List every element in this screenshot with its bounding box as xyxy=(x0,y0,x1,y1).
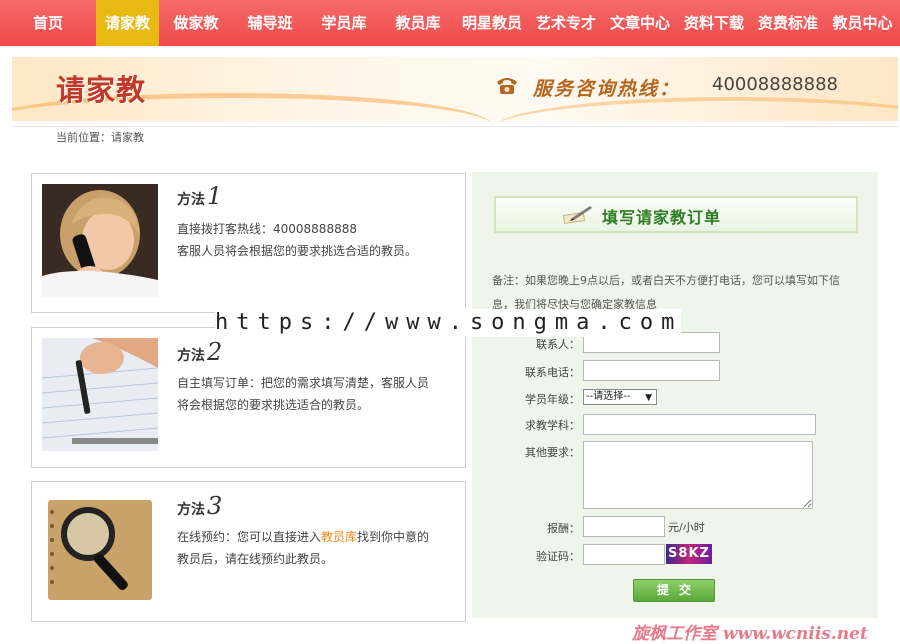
method-2-line-2: 将会根据您的要求挑选适合的教员。 xyxy=(177,398,370,412)
tutor-library-link[interactable]: 教员库 xyxy=(321,530,357,544)
method-1-line-2: 客服人员将会根据您的要求挑选合适的教员。 xyxy=(177,244,418,258)
form-title: 填写请家教订单 xyxy=(602,208,722,227)
nav-item-articles[interactable]: 文章中心 xyxy=(603,0,677,46)
grade-label: 学员年级： xyxy=(525,393,580,406)
nav-item-downloads[interactable]: 资料下载 xyxy=(677,0,751,46)
magnifier-photo xyxy=(42,492,158,605)
nav-item-student-library[interactable]: 学员库 xyxy=(307,0,381,46)
method-box-3: 方法3 在线预约：您可以直接进入教员库找到你中意的 教员后，请在线预约此教员。 xyxy=(31,481,466,622)
pay-unit: 元/小时 xyxy=(668,521,705,534)
order-form-panel: 填写请家教订单 备注：如果您晚上9点以后，或者白天不方便打电话，您可以填写如下信… xyxy=(472,172,878,618)
watermark-bottom: 旋枫工作室 www.wcniis.net xyxy=(632,624,868,644)
chevron-down-icon: ▼ xyxy=(645,393,652,403)
method-3-image xyxy=(42,492,158,605)
nav-item-classes[interactable]: 辅导班 xyxy=(233,0,307,46)
method-1-title: 方法1 xyxy=(177,182,223,210)
phone-icon xyxy=(497,78,517,94)
banner-title: 请家教 xyxy=(56,73,147,107)
captcha-image[interactable]: S8KZ xyxy=(666,544,712,564)
other-requirements-label: 其他要求： xyxy=(525,446,580,459)
method-2-title: 方法2 xyxy=(177,338,223,366)
nav-item-request-tutor[interactable]: 请家教 xyxy=(96,0,159,46)
captcha-input[interactable] xyxy=(583,544,665,565)
phone-input[interactable] xyxy=(583,360,720,381)
other-requirements-textarea[interactable] xyxy=(583,441,813,509)
method-3-title: 方法3 xyxy=(177,492,223,520)
nav-item-art-talent[interactable]: 艺术专才 xyxy=(529,0,603,46)
nav-item-tutor-library[interactable]: 教员库 xyxy=(381,0,455,46)
method-3-line-1: 在线预约：您可以直接进入教员库找到你中意的 xyxy=(177,530,430,544)
pay-label: 报酬： xyxy=(547,522,580,535)
submit-button[interactable]: 提交 xyxy=(633,579,715,602)
method-box-1: 方法1 直接拨打客热线：40008888888 客服人员将会根据您的要求挑选合适… xyxy=(31,173,466,313)
phone-label: 联系电话： xyxy=(525,366,580,379)
breadcrumb: 当前位置：请家教 xyxy=(12,126,898,153)
nav-item-star-tutors[interactable]: 明星教员 xyxy=(455,0,529,46)
page-banner: 请家教 服务咨询热线： 40008888888 xyxy=(12,57,898,121)
captcha-label: 验证码： xyxy=(536,550,580,563)
method-1-image xyxy=(42,184,158,297)
main-nav: 首页 请家教 做家教 辅导班 学员库 教员库 明星教员 艺术专才 文章中心 资料… xyxy=(0,0,900,46)
nav-item-tutor-center[interactable]: 教员中心 xyxy=(825,0,900,46)
hotline-label: 服务咨询热线： xyxy=(533,78,681,100)
grade-select[interactable]: --请选择-- ▼ xyxy=(583,389,657,405)
hotline-number: 40008888888 xyxy=(712,74,838,95)
subject-input[interactable] xyxy=(583,414,816,435)
nav-item-home[interactable]: 首页 xyxy=(0,0,96,46)
subject-label: 求教学科： xyxy=(525,419,580,432)
writing-photo xyxy=(42,338,158,451)
breadcrumb-text: 当前位置：请家教 xyxy=(56,131,144,144)
method-1-line-1: 直接拨打客热线：40008888888 xyxy=(177,222,357,236)
form-title-box: 填写请家教订单 xyxy=(494,196,858,233)
method-2-line-1: 自主填写订单：把您的需求填写清楚，客服人员 xyxy=(177,376,430,390)
pay-input[interactable] xyxy=(583,516,665,537)
nav-item-fees[interactable]: 资费标准 xyxy=(751,0,825,46)
watermark-url: https://www.songma.com xyxy=(215,309,683,337)
method-box-2: 方法2 自主填写订单：把您的需求填写清楚，客服人员 将会根据您的要求挑选适合的教… xyxy=(31,327,466,468)
contact-label: 联系人： xyxy=(536,338,580,351)
form-note-line-1: 备注：如果您晚上9点以后，或者白天不方便打电话，您可以填写如下信 xyxy=(492,274,840,287)
phone-call-photo xyxy=(42,184,158,297)
method-3-line-2: 教员后，请在线预约此教员。 xyxy=(177,552,334,566)
pen-icon xyxy=(562,206,592,224)
method-2-image xyxy=(42,338,158,451)
nav-item-be-tutor[interactable]: 做家教 xyxy=(159,0,233,46)
